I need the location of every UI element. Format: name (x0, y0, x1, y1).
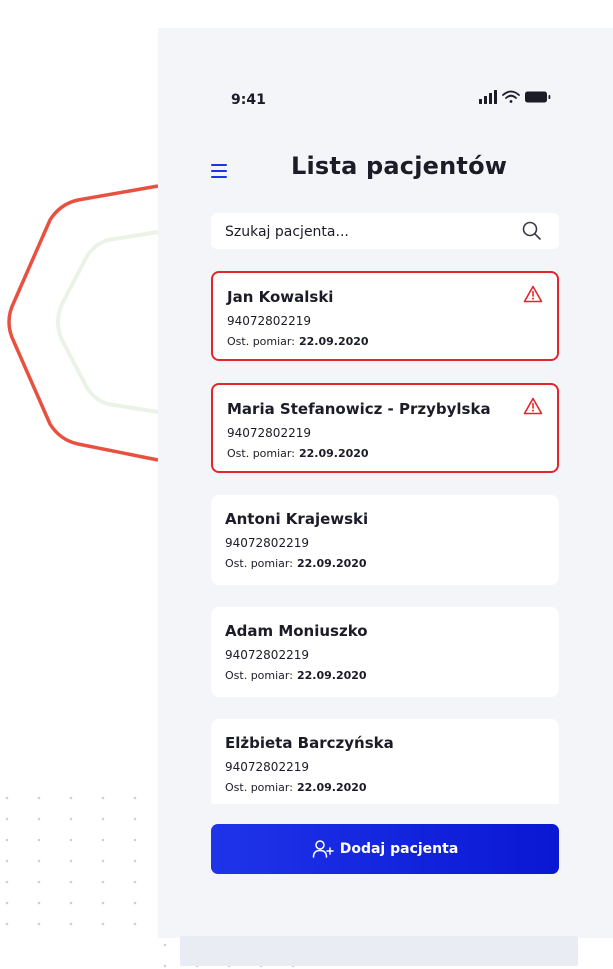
last-measurement: Ost. pomiar: 22.09.2020 (225, 781, 367, 794)
search-bar (211, 213, 559, 251)
battery-icon (525, 91, 551, 103)
last-measurement-label: Ost. pomiar: (225, 781, 293, 794)
last-measurement: Ost. pomiar: 22.09.2020 (227, 447, 369, 460)
patient-id: 94072802219 (225, 760, 309, 774)
last-measurement: Ost. pomiar: 22.09.2020 (225, 557, 367, 570)
last-measurement-date: 22.09.2020 (296, 557, 367, 570)
search-input[interactable] (211, 213, 527, 251)
patient-id: 94072802219 (227, 426, 311, 440)
patient-name: Jan Kowalski (227, 288, 334, 306)
add-user-icon (312, 840, 334, 858)
last-measurement-date: 22.09.2020 (296, 781, 367, 794)
status-icons (479, 90, 551, 104)
warning-icon (523, 285, 543, 303)
search-icon[interactable] (521, 220, 543, 242)
page-title: Lista pacjentów (291, 152, 508, 180)
last-measurement-date: 22.09.2020 (298, 335, 369, 348)
add-patient-button[interactable]: Dodaj pacjenta (211, 824, 559, 874)
warning-icon (523, 397, 543, 415)
patient-id: 94072802219 (227, 314, 311, 328)
patient-card[interactable]: Maria Stefanowicz - Przybylska 940728022… (211, 383, 559, 473)
home-indicator-bar (180, 936, 578, 966)
last-measurement-date: 22.09.2020 (298, 447, 369, 460)
patient-name: Elżbieta Barczyńska (225, 734, 394, 752)
patient-name: Adam Moniuszko (225, 622, 368, 640)
last-measurement-label: Ost. pomiar: (227, 447, 295, 460)
patient-card[interactable]: Adam Moniuszko 94072802219 Ost. pomiar: 2… (211, 607, 559, 697)
hamburger-menu-icon[interactable] (211, 163, 235, 181)
patient-name: Maria Stefanowicz - Przybylska (227, 400, 491, 418)
patient-id: 94072802219 (225, 536, 309, 550)
patient-id: 94072802219 (225, 648, 309, 662)
last-measurement-label: Ost. pomiar: (225, 557, 293, 570)
wifi-icon (502, 90, 520, 103)
status-time: 9:41 (231, 92, 266, 108)
last-measurement: Ost. pomiar: 22.09.2020 (227, 335, 369, 348)
patient-card[interactable]: Elżbieta Barczyńska 94072802219 Ost. pom… (211, 719, 559, 804)
last-measurement-label: Ost. pomiar: (225, 669, 293, 682)
patient-list: Jan Kowalski 94072802219 Ost. pomiar: 22.… (211, 271, 559, 804)
last-measurement: Ost. pomiar: 22.09.2020 (225, 669, 367, 682)
last-measurement-label: Ost. pomiar: (227, 335, 295, 348)
patient-name: Antoni Krajewski (225, 510, 369, 528)
add-patient-label: Dodaj pacjenta (339, 841, 459, 857)
last-measurement-date: 22.09.2020 (296, 669, 367, 682)
patient-card[interactable]: Jan Kowalski 94072802219 Ost. pomiar: 22.… (211, 271, 559, 361)
patient-card[interactable]: Antoni Krajewski 94072802219 Ost. pomiar… (211, 495, 559, 585)
phone-screen: 9:41 Lista pacjentów Jan (158, 28, 613, 966)
signal-icon (479, 90, 497, 104)
